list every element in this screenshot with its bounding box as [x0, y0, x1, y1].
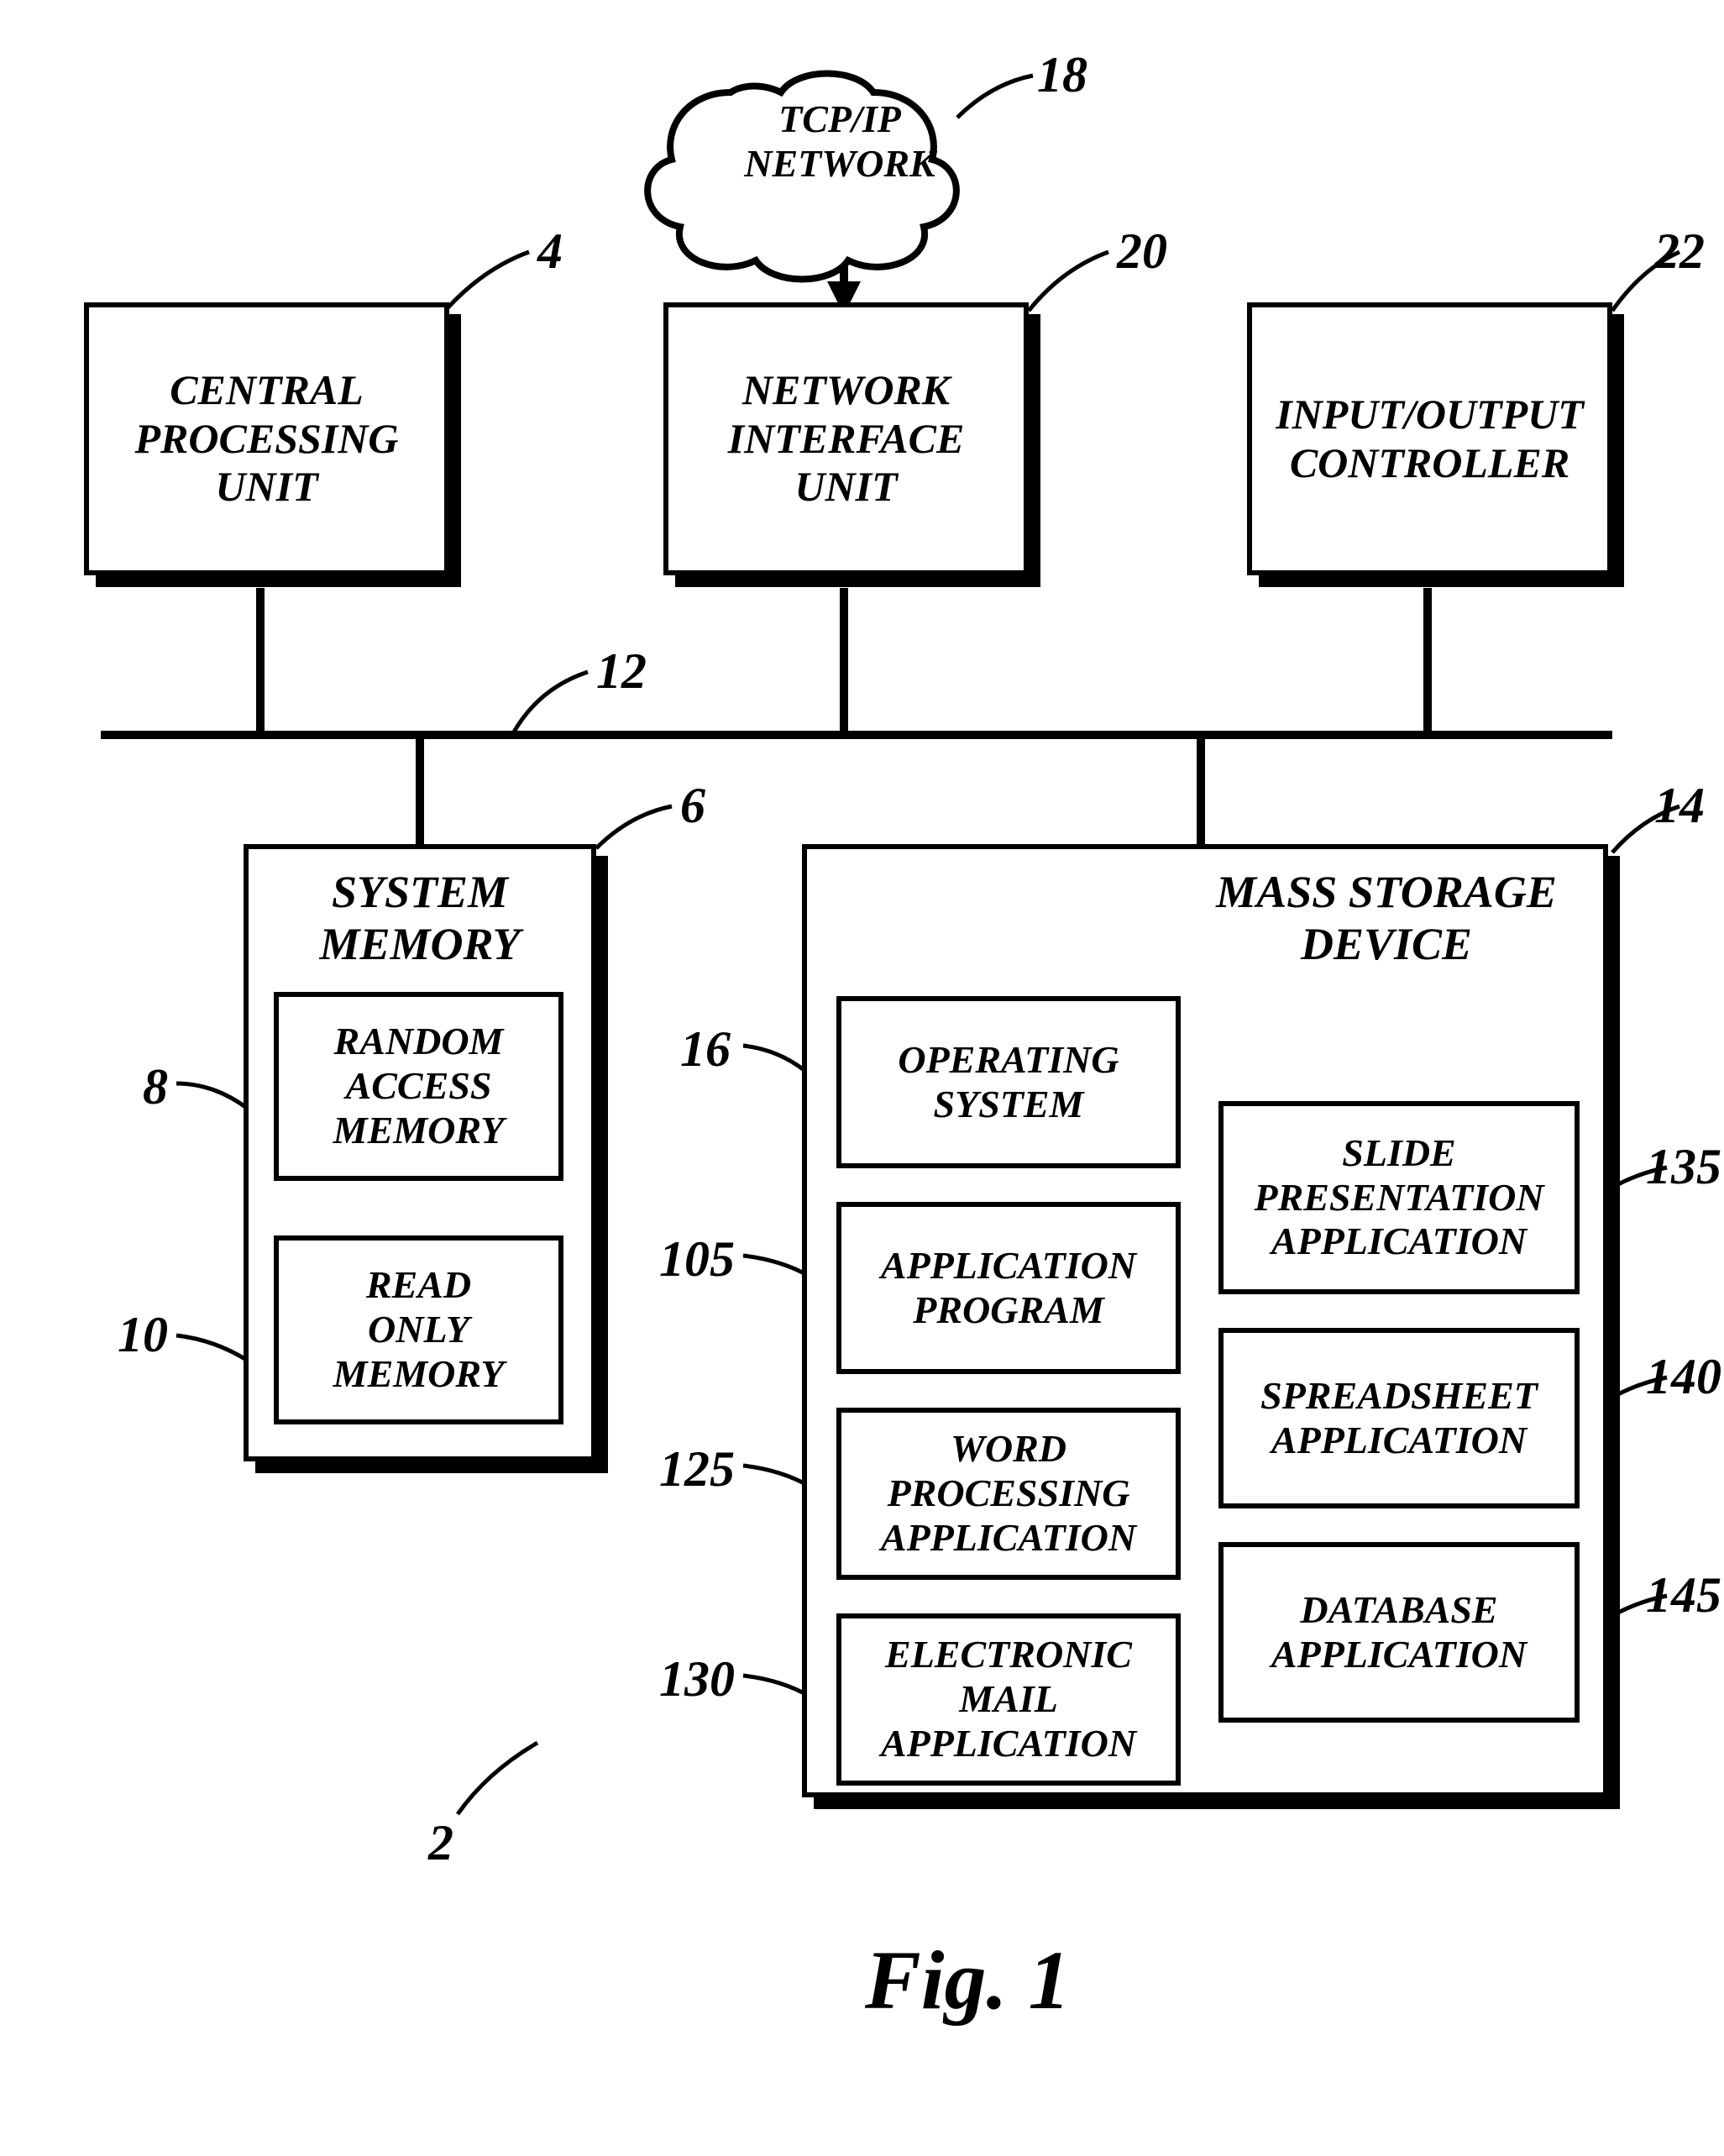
ref-140: 140: [1646, 1348, 1721, 1406]
cloud-label: TCP/IP NETWORK: [731, 97, 949, 186]
ref-18: 18: [1037, 46, 1087, 104]
ref-2: 2: [428, 1814, 453, 1872]
label-io: INPUT/OUTPUT CONTROLLER: [1276, 391, 1584, 487]
block-database: DATABASE APPLICATION: [1218, 1542, 1580, 1723]
label-slide: SLIDE PRESENTATION APPLICATION: [1254, 1131, 1543, 1265]
block-io: INPUT/OUTPUT CONTROLLER: [1247, 302, 1612, 575]
ref-4: 4: [537, 223, 563, 281]
block-rom: READ ONLY MEMORY: [274, 1235, 563, 1424]
label-sysmem: SYSTEM MEMORY: [249, 866, 591, 970]
label-mass-storage: MASS STORAGE DEVICE: [1185, 866, 1588, 970]
label-word: WORD PROCESSING APPLICATION: [881, 1427, 1136, 1561]
block-sysmem: SYSTEM MEMORY RANDOM ACCESS MEMORY READ …: [244, 844, 596, 1461]
label-ram: RANDOM ACCESS MEMORY: [333, 1020, 505, 1153]
diagram-canvas: TCP/IP NETWORK 18 CENTRAL PROCESSING UNI…: [0, 0, 1724, 2156]
label-app-program: APPLICATION PROGRAM: [881, 1244, 1136, 1333]
ref-14: 14: [1654, 777, 1705, 835]
block-nic: NETWORK INTERFACE UNIT: [663, 302, 1029, 575]
block-cpu: CENTRAL PROCESSING UNIT: [84, 302, 449, 575]
block-spreadsheet: SPREADSHEET APPLICATION: [1218, 1328, 1580, 1508]
figure-label: Fig. 1: [865, 1932, 1070, 2028]
ref-16: 16: [680, 1020, 731, 1078]
ref-105: 105: [659, 1230, 735, 1288]
block-ram: RANDOM ACCESS MEMORY: [274, 992, 563, 1181]
ref-6: 6: [680, 777, 705, 835]
ref-22: 22: [1654, 223, 1705, 281]
label-rom: READ ONLY MEMORY: [333, 1263, 505, 1397]
ref-8: 8: [143, 1058, 168, 1116]
ref-145: 145: [1646, 1566, 1721, 1624]
block-word: WORD PROCESSING APPLICATION: [836, 1408, 1181, 1580]
block-os: OPERATING SYSTEM: [836, 996, 1181, 1168]
label-nic: NETWORK INTERFACE UNIT: [728, 366, 965, 511]
ref-10: 10: [118, 1306, 168, 1364]
ref-125: 125: [659, 1440, 735, 1498]
ref-135: 135: [1646, 1138, 1721, 1196]
label-os: OPERATING SYSTEM: [898, 1038, 1119, 1127]
ref-130: 130: [659, 1650, 735, 1708]
ref-12: 12: [596, 643, 647, 700]
label-cpu: CENTRAL PROCESSING UNIT: [135, 366, 399, 511]
label-email: ELECTRONIC MAIL APPLICATION: [881, 1633, 1136, 1766]
block-email: ELECTRONIC MAIL APPLICATION: [836, 1613, 1181, 1786]
label-database: DATABASE APPLICATION: [1271, 1588, 1527, 1677]
label-spreadsheet: SPREADSHEET APPLICATION: [1260, 1374, 1538, 1463]
block-slide: SLIDE PRESENTATION APPLICATION: [1218, 1101, 1580, 1294]
block-mass-storage: MASS STORAGE DEVICE OPERATING SYSTEM APP…: [802, 844, 1608, 1797]
block-app-program: APPLICATION PROGRAM: [836, 1202, 1181, 1374]
ref-20: 20: [1117, 223, 1167, 281]
